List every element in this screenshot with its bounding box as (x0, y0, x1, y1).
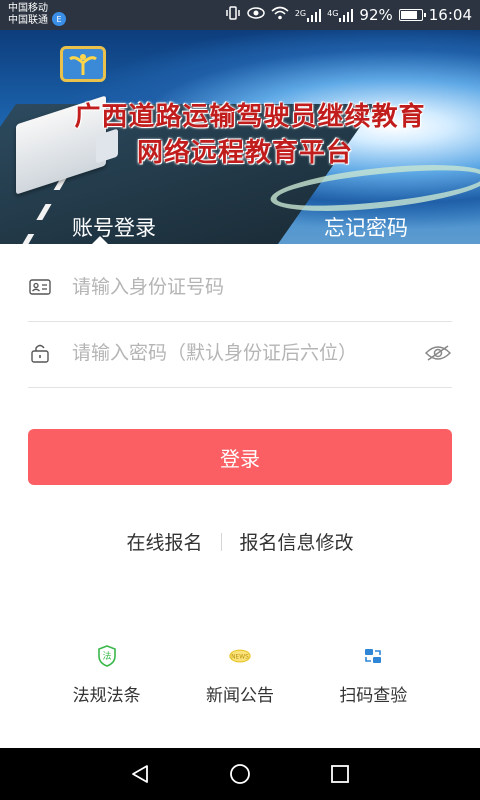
eye-comfort-icon (247, 7, 265, 23)
signal-2-icon: 4G (327, 8, 354, 22)
law-shield-icon: 法 (96, 645, 118, 667)
bottom-menu: 法 法规法条 NEWS 新闻公告 扫码查验 (0, 645, 480, 706)
header-banner: 广西道路运输驾驶员继续教育 网络远程教育平台 账号登录 忘记密码 (0, 30, 480, 244)
menu-label-scan: 扫码查验 (339, 686, 408, 706)
system-nav-bar (0, 748, 480, 800)
status-icons: 2G 4G 92% 16:04 (225, 6, 472, 24)
secondary-links: 在线报名 报名信息修改 (0, 528, 480, 555)
menu-label-news: 新闻公告 (205, 686, 274, 706)
network-type-2: 4G (327, 8, 339, 18)
password-visibility-icon[interactable] (424, 342, 452, 364)
vibrate-icon (225, 6, 241, 24)
signal-1-icon: 2G (294, 8, 322, 22)
carrier-info: 中国移动 中国联通 (8, 3, 48, 27)
link-divider (220, 532, 222, 551)
svg-text:法: 法 (102, 650, 111, 662)
svg-text:NEWS: NEWS (231, 655, 249, 661)
tab-forgot-password[interactable]: 忘记密码 (324, 212, 408, 242)
news-icon: NEWS (229, 645, 251, 667)
battery-icon (398, 9, 426, 21)
active-tab-indicator (92, 236, 108, 244)
banner-title-line2: 网络远程教育平台 (136, 138, 353, 168)
edit-registration-link[interactable]: 报名信息修改 (240, 528, 354, 555)
network-type-1: 2G (294, 8, 307, 18)
clock: 16:04 (428, 6, 472, 24)
menu-item-regulations[interactable]: 法 法规法条 (52, 645, 162, 706)
menu-item-scan[interactable]: 扫码查验 (318, 645, 428, 706)
battery-percent: 92% (359, 6, 393, 24)
app-logo (60, 46, 106, 82)
wifi-icon (271, 6, 289, 24)
carrier-2: 中国联通 (8, 15, 48, 26)
carrier-badge-icon: E (52, 12, 66, 26)
scan-icon (362, 645, 384, 667)
status-bar: 中国移动 中国联通 E 2G 4G 92% 16:04 (0, 0, 480, 30)
password-input[interactable] (72, 341, 424, 364)
id-card-icon (28, 278, 52, 295)
back-icon[interactable] (120, 754, 160, 794)
login-button[interactable]: 登录 (28, 429, 452, 485)
tab-account-login[interactable]: 账号登录 (72, 212, 156, 242)
carrier-1: 中国移动 (8, 3, 48, 14)
menu-label-regulations: 法规法条 (72, 686, 141, 706)
online-registration-link[interactable]: 在线报名 (126, 528, 202, 555)
id-number-field (28, 252, 452, 322)
home-icon[interactable] (220, 754, 260, 794)
recents-icon[interactable] (320, 754, 360, 794)
password-field (28, 318, 452, 388)
lock-icon (28, 343, 52, 363)
banner-title-line1: 广西道路运输驾驶员继续教育 (74, 102, 426, 132)
id-number-input[interactable] (72, 275, 452, 298)
menu-item-news[interactable]: NEWS 新闻公告 (185, 645, 295, 706)
